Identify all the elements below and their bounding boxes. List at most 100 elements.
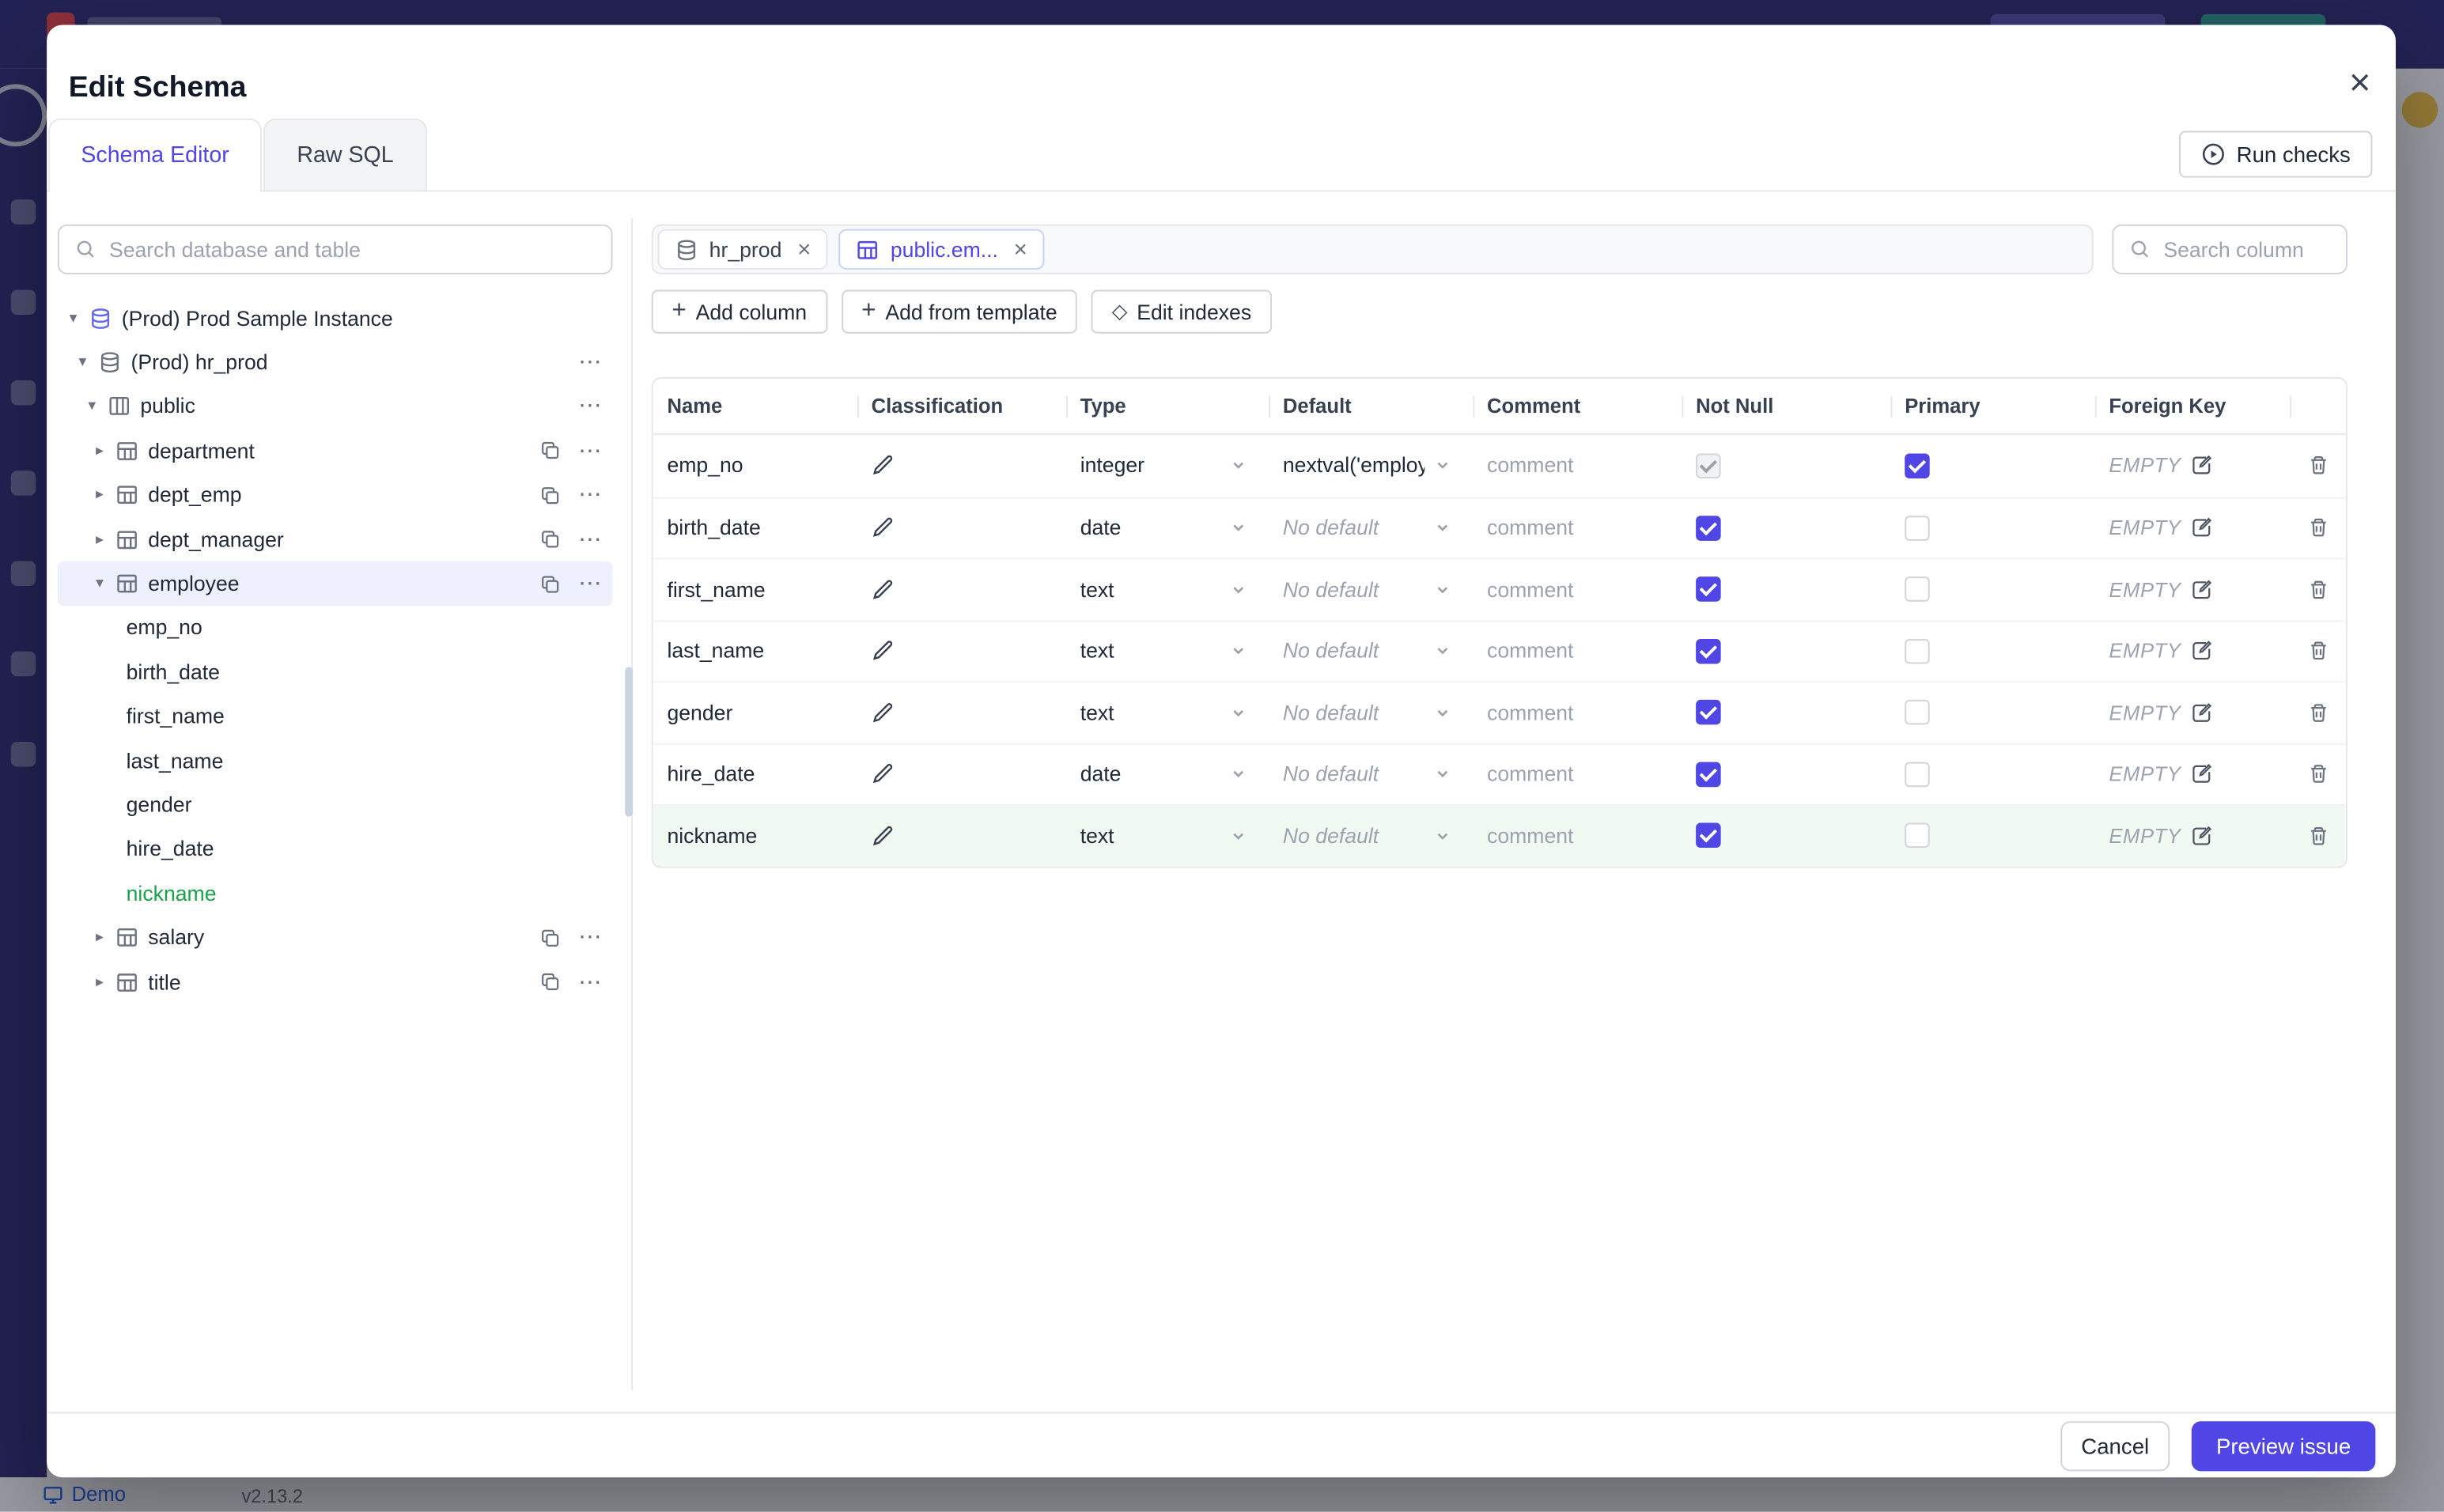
foreign-key-button[interactable]: EMPTY: [2095, 516, 2290, 540]
checkbox-checked[interactable]: [1696, 515, 1721, 541]
chevron-right-icon[interactable]: ▸: [89, 486, 111, 504]
checkbox-checked[interactable]: [1696, 700, 1721, 725]
tree-item-table-title[interactable]: ▸ title ⋯: [58, 960, 613, 1004]
close-icon[interactable]: ×: [797, 238, 811, 262]
copy-icon[interactable]: [539, 927, 562, 949]
primary-checkbox[interactable]: [1890, 576, 2094, 603]
tab-raw-sql[interactable]: Raw SQL: [263, 118, 427, 192]
default-select[interactable]: No default: [1269, 516, 1473, 539]
foreign-key-button[interactable]: EMPTY: [2095, 454, 2290, 478]
add-from-template-button[interactable]: + Add from template: [841, 289, 1078, 334]
tree-item-column-gender[interactable]: gender: [58, 783, 613, 827]
add-column-button[interactable]: + Add column: [651, 289, 827, 334]
primary-checkbox[interactable]: [1890, 638, 2094, 664]
default-select[interactable]: No default: [1269, 578, 1473, 601]
primary-checkbox[interactable]: [1890, 452, 2094, 478]
comment-input[interactable]: comment: [1473, 516, 1682, 540]
type-select[interactable]: date: [1066, 762, 1269, 786]
type-select[interactable]: text: [1066, 701, 1269, 724]
comment-input[interactable]: comment: [1473, 762, 1682, 786]
copy-icon[interactable]: [539, 528, 562, 550]
more-options-icon[interactable]: ⋯: [578, 351, 603, 375]
delete-column-button[interactable]: [2290, 639, 2346, 663]
not-null-checkbox[interactable]: [1682, 638, 1890, 664]
checkbox-checked[interactable]: [1696, 576, 1721, 603]
chevron-down-icon[interactable]: ▾: [62, 310, 85, 327]
tree-item-instance[interactable]: ▾ (Prod) Prod Sample Instance: [58, 296, 613, 340]
not-null-checkbox[interactable]: [1682, 762, 1890, 787]
preview-issue-button[interactable]: Preview issue: [2191, 1421, 2376, 1472]
tab-schema-editor[interactable]: Schema Editor: [48, 118, 263, 192]
checkbox-checked[interactable]: [1696, 638, 1721, 664]
close-icon[interactable]: ×: [2349, 65, 2371, 103]
default-select[interactable]: No default: [1269, 639, 1473, 663]
copy-icon[interactable]: [539, 440, 562, 462]
type-select[interactable]: text: [1066, 578, 1269, 601]
more-options-icon[interactable]: ⋯: [578, 572, 603, 595]
not-null-checkbox[interactable]: [1682, 576, 1890, 603]
foreign-key-button[interactable]: EMPTY: [2095, 762, 2290, 786]
tree-item-table-employee[interactable]: ▾ employee ⋯: [57, 561, 613, 607]
classification-button[interactable]: [857, 578, 1066, 602]
not-null-checkbox[interactable]: [1682, 452, 1890, 478]
copy-icon[interactable]: [539, 971, 562, 993]
tab-chip-hr-prod[interactable]: hr_prod ×: [657, 229, 829, 270]
chevron-down-icon[interactable]: ▾: [89, 575, 111, 592]
tree-search[interactable]: [57, 224, 613, 274]
tree-item-column-first-name[interactable]: first_name: [58, 694, 613, 739]
edit-icon[interactable]: [2190, 701, 2214, 724]
edit-icon[interactable]: [2190, 578, 2214, 602]
default-select[interactable]: No default: [1269, 701, 1473, 724]
tree-item-column-emp-no[interactable]: emp_no: [58, 606, 613, 650]
tree-search-input[interactable]: [108, 237, 596, 262]
foreign-key-button[interactable]: EMPTY: [2095, 639, 2290, 663]
classification-button[interactable]: [857, 516, 1066, 540]
type-select[interactable]: text: [1066, 639, 1269, 663]
not-null-checkbox[interactable]: [1682, 700, 1890, 725]
delete-column-button[interactable]: [2290, 516, 2346, 540]
type-select[interactable]: date: [1066, 516, 1269, 539]
tree-item-column-last-name[interactable]: last_name: [58, 739, 613, 783]
tree-item-column-hire-date[interactable]: hire_date: [58, 827, 613, 871]
default-select[interactable]: nextval('employ: [1269, 454, 1473, 478]
type-select[interactable]: text: [1066, 824, 1269, 848]
more-options-icon[interactable]: ⋯: [578, 439, 603, 463]
cancel-button[interactable]: Cancel: [2060, 1421, 2170, 1472]
checkbox-unchecked[interactable]: [1905, 638, 1930, 664]
more-options-icon[interactable]: ⋯: [578, 483, 603, 507]
chevron-down-icon[interactable]: ▾: [81, 398, 103, 415]
more-options-icon[interactable]: ⋯: [578, 970, 603, 994]
delete-column-button[interactable]: [2290, 824, 2346, 848]
checkbox-checked-disabled[interactable]: [1696, 452, 1721, 478]
foreign-key-button[interactable]: EMPTY: [2095, 824, 2290, 848]
foreign-key-button[interactable]: EMPTY: [2095, 701, 2290, 724]
tree-item-table-dept-emp[interactable]: ▸ dept_emp ⋯: [58, 473, 613, 517]
tree-item-column-birth-date[interactable]: birth_date: [58, 650, 613, 694]
checkbox-checked[interactable]: [1905, 452, 1930, 478]
edit-icon[interactable]: [2190, 516, 2214, 540]
chevron-right-icon[interactable]: ▸: [89, 531, 111, 548]
classification-button[interactable]: [857, 701, 1066, 724]
more-options-icon[interactable]: ⋯: [578, 395, 603, 419]
run-checks-button[interactable]: Run checks: [2178, 130, 2373, 178]
chevron-right-icon[interactable]: ▸: [89, 973, 111, 991]
primary-checkbox[interactable]: [1890, 700, 2094, 725]
type-select[interactable]: integer: [1066, 454, 1269, 478]
default-select[interactable]: No default: [1269, 824, 1473, 848]
copy-icon[interactable]: [539, 573, 562, 595]
comment-input[interactable]: comment: [1473, 701, 1682, 724]
edit-indexes-button[interactable]: ◇ Edit indexes: [1091, 289, 1272, 334]
classification-button[interactable]: [857, 454, 1066, 478]
primary-checkbox[interactable]: [1890, 762, 2094, 787]
checkbox-checked[interactable]: [1696, 823, 1721, 849]
checkbox-checked[interactable]: [1696, 762, 1721, 787]
not-null-checkbox[interactable]: [1682, 823, 1890, 849]
column-search[interactable]: [2112, 224, 2348, 274]
delete-column-button[interactable]: [2290, 701, 2346, 724]
primary-checkbox[interactable]: [1890, 515, 2094, 541]
default-select[interactable]: No default: [1269, 762, 1473, 786]
chevron-right-icon[interactable]: ▸: [89, 442, 111, 459]
column-search-input[interactable]: [2163, 237, 2331, 262]
tree-item-table-dept-manager[interactable]: ▸ dept_manager ⋯: [58, 517, 613, 561]
tree-item-column-nickname[interactable]: nickname: [58, 871, 613, 916]
